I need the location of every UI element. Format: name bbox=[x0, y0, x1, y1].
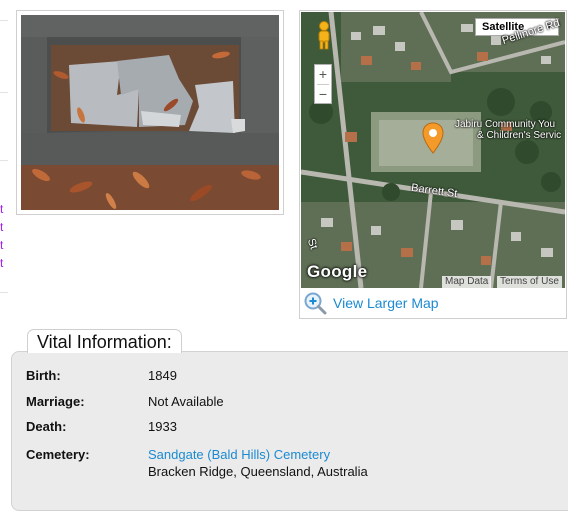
map-pin-icon[interactable] bbox=[422, 122, 444, 154]
zoom-magnifier-icon bbox=[304, 292, 327, 315]
headstone-photo-frame[interactable] bbox=[16, 10, 284, 215]
left-edge-column: t t t t bbox=[0, 0, 12, 330]
divider bbox=[0, 92, 8, 93]
pegman-icon[interactable] bbox=[315, 20, 333, 50]
terms-of-use-link[interactable]: Terms of Use bbox=[497, 276, 562, 288]
zoom-in-button[interactable]: + bbox=[315, 65, 331, 84]
birth-label: Birth: bbox=[26, 368, 61, 383]
vital-information-panel: Birth: 1849 Marriage: Not Available Deat… bbox=[11, 351, 568, 511]
zoom-out-button[interactable]: − bbox=[315, 85, 331, 104]
vital-information-tab: Vital Information: bbox=[27, 329, 182, 353]
view-larger-map[interactable]: View Larger Map bbox=[303, 291, 439, 315]
place-label: Jabiru Community You bbox=[455, 119, 556, 130]
sidebar-link[interactable]: t bbox=[0, 219, 3, 235]
satellite-map[interactable]: Satellite ▼ + − Jabiru Community You & C… bbox=[301, 12, 565, 288]
view-larger-map-link[interactable]: View Larger Map bbox=[333, 295, 439, 311]
map-widget: Satellite ▼ + − Jabiru Community You & C… bbox=[299, 10, 567, 319]
cemetery-label: Cemetery: bbox=[26, 447, 90, 462]
marriage-value: Not Available bbox=[148, 394, 224, 409]
divider bbox=[0, 20, 8, 21]
death-value: 1933 bbox=[148, 419, 177, 434]
divider bbox=[0, 160, 8, 161]
sidebar-link[interactable]: t bbox=[0, 255, 3, 271]
cemetery-link[interactable]: Sandgate (Bald Hills) Cemetery bbox=[148, 447, 330, 462]
cemetery-location: Bracken Ridge, Queensland, Australia bbox=[148, 464, 368, 479]
marriage-label: Marriage: bbox=[26, 394, 85, 409]
divider bbox=[0, 292, 8, 293]
map-data-link[interactable]: Map Data bbox=[442, 276, 492, 288]
sidebar-link[interactable]: t bbox=[0, 201, 3, 217]
birth-value: 1849 bbox=[148, 368, 177, 383]
zoom-control: + − bbox=[314, 64, 332, 104]
cemetery-value: Sandgate (Bald Hills) Cemetery Bracken R… bbox=[148, 446, 548, 480]
headstone-photo[interactable] bbox=[21, 15, 279, 210]
place-label: & Children's Servic bbox=[477, 130, 562, 141]
sidebar-link[interactable]: t bbox=[0, 237, 3, 253]
death-label: Death: bbox=[26, 419, 67, 434]
google-logo: Google bbox=[307, 262, 368, 281]
